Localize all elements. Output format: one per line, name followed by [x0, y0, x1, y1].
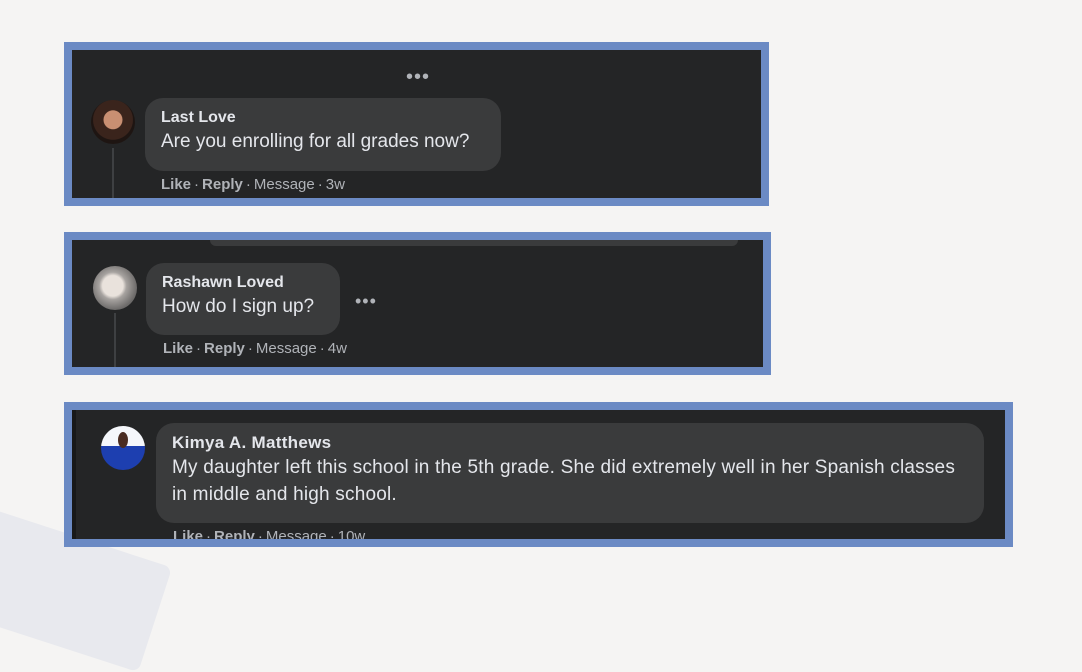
comment-author[interactable]: Last Love: [161, 107, 485, 129]
separator: ·: [329, 528, 335, 545]
avatar[interactable]: [101, 426, 145, 470]
like-button[interactable]: Like: [163, 340, 193, 357]
comment-author[interactable]: Rashawn Loved: [162, 272, 324, 294]
comment-author[interactable]: Kimya A. Matthews: [172, 432, 968, 454]
like-button[interactable]: Like: [161, 176, 191, 193]
message-button[interactable]: Message: [256, 340, 317, 357]
separator: ·: [196, 340, 202, 357]
thread-line: [112, 148, 114, 198]
comment-bubble: Last Love Are you enrolling for all grad…: [145, 98, 501, 171]
comment-actions: Like · Reply · Message · 4w: [163, 340, 347, 357]
reply-button[interactable]: Reply: [214, 528, 255, 539]
comment-card-2: Rashawn Loved How do I sign up? ••• Like…: [64, 232, 771, 375]
separator: ·: [317, 176, 323, 193]
comment-text: How do I sign up?: [162, 296, 315, 317]
comment-bubble: Rashawn Loved How do I sign up?: [146, 263, 340, 335]
reply-button[interactable]: Reply: [204, 340, 245, 357]
timestamp[interactable]: 3w: [326, 176, 345, 193]
panel-edge: [72, 410, 76, 539]
like-button[interactable]: Like: [173, 528, 203, 539]
more-options-icon[interactable]: •••: [355, 292, 377, 310]
separator: ·: [319, 340, 325, 357]
comment-actions: Like · Reply · Message · 3w: [161, 176, 345, 193]
timestamp[interactable]: 10w: [338, 528, 366, 539]
comment-card-3: Kimya A. Matthews My daughter left this …: [64, 402, 1013, 547]
comment-card-1: ••• Last Love Are you enrolling for all …: [64, 42, 769, 206]
separator: ·: [206, 528, 212, 545]
separator: ·: [245, 176, 251, 193]
separator: ·: [194, 176, 200, 193]
avatar[interactable]: [93, 266, 137, 310]
message-button[interactable]: Message: [266, 528, 327, 539]
comment-text: Are you enrolling for all grades now?: [161, 131, 470, 152]
more-options-icon[interactable]: •••: [406, 67, 430, 87]
separator: ·: [257, 528, 263, 545]
comment-actions: Like · Reply · Message · 10w: [173, 528, 366, 545]
separator: ·: [247, 340, 253, 357]
comment-bubble: Kimya A. Matthews My daughter left this …: [156, 423, 984, 523]
timestamp[interactable]: 4w: [328, 340, 347, 357]
reply-button[interactable]: Reply: [202, 176, 243, 193]
comment-text: My daughter left this school in the 5th …: [172, 457, 956, 505]
avatar[interactable]: [91, 100, 135, 144]
previous-comment-edge: [210, 240, 738, 246]
message-button[interactable]: Message: [254, 176, 315, 193]
thread-line: [114, 313, 116, 367]
